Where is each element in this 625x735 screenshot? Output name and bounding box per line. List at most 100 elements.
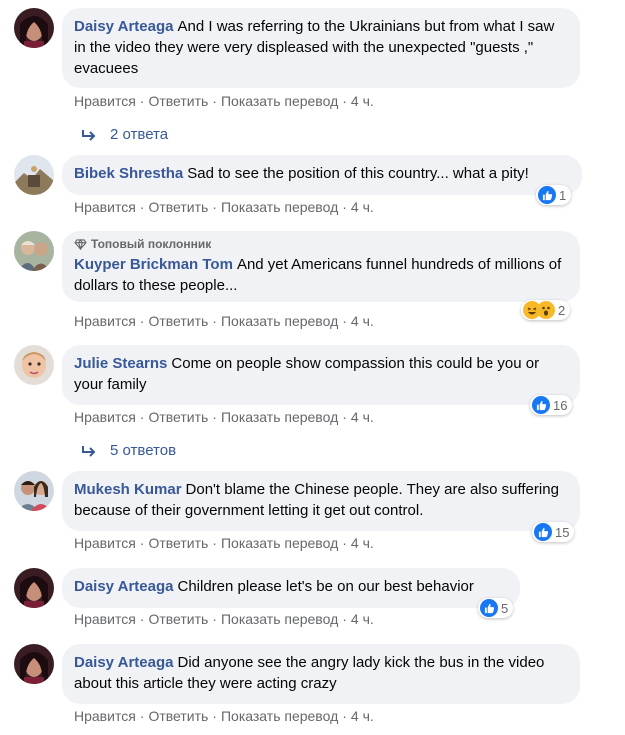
comment-actions: Нравится · Ответить · Показать перевод · 4 ч. [74,408,374,426]
like-reaction-icon [480,599,498,617]
reaction-count: 15 [555,524,570,540]
avatar[interactable] [14,8,54,48]
like-link[interactable]: Нравится [74,708,136,724]
avatar[interactable] [14,155,54,195]
reply-link[interactable]: Ответить [148,409,208,425]
comment-author[interactable]: Julie Stearns [74,355,167,372]
separator: · [139,93,145,109]
reply-link[interactable]: Ответить [148,93,208,109]
comment-text: Sad to see the position of this country.… [187,165,529,182]
reaction-summary[interactable]: 16 [530,395,573,415]
comment-bubble: Julie Stearns Come on people show compass… [62,345,580,405]
comment-bubble: Daisy Arteaga Did anyone see the angry la… [62,644,580,704]
separator: · [212,313,217,329]
separator: · [212,708,217,724]
separator: · [212,93,217,109]
translate-link[interactable]: Показать перевод [221,93,338,109]
view-replies-link[interactable]: 2 ответа [82,125,168,145]
separator: · [139,409,145,425]
separator: · [342,93,347,109]
like-reaction-icon [538,186,556,204]
reaction-summary[interactable]: 5 [478,598,514,618]
comment-bubble: Daisy Arteaga Children please let's be on… [62,568,520,608]
like-link[interactable]: Нравится [74,611,136,627]
comment-author[interactable]: Kuyper Brickman Tom [74,256,233,273]
separator: · [139,199,145,215]
top-fan-badge: Топовый поклонник [74,236,568,252]
reaction-summary[interactable]: 15 [532,522,575,542]
separator: · [212,199,217,215]
timestamp-link[interactable]: 4 ч. [351,708,374,724]
like-link[interactable]: Нравится [74,93,136,109]
translate-link[interactable]: Показать перевод [221,708,338,724]
separator: · [212,611,217,627]
separator: · [212,535,217,551]
separator: · [342,313,347,329]
avatar[interactable] [14,345,54,385]
comment-author[interactable]: Bibek Shrestha [74,165,183,182]
avatar[interactable] [14,471,54,511]
avatar[interactable] [14,644,54,684]
reply-link[interactable]: Ответить [148,199,208,215]
like-link[interactable]: Нравится [74,409,136,425]
timestamp-link[interactable]: 4 ч. [351,535,374,551]
separator: · [139,611,145,627]
timestamp-link[interactable]: 4 ч. [351,611,374,627]
separator: · [212,409,217,425]
avatar[interactable] [14,568,54,608]
translate-link[interactable]: Показать перевод [221,611,338,627]
comment-author[interactable]: Mukesh Kumar [74,481,182,498]
view-replies-link[interactable]: 5 ответов [82,441,176,461]
comment-actions: Нравится · Ответить · Показать перевод · 4 ч. [74,198,374,216]
comment-bubble: Mukesh Kumar Don't blame the Chinese peop… [62,471,580,531]
reaction-count: 1 [559,187,567,203]
reaction-count: 16 [553,397,568,413]
timestamp-link[interactable]: 4 ч. [351,199,374,215]
separator: · [139,535,145,551]
comment-actions: Нравится · Ответить · Показать перевод · 4 ч. [74,707,374,725]
diamond-icon [74,238,87,250]
separator: · [342,708,347,724]
separator: · [342,409,347,425]
comment-text: Children please let's be on our best beh… [177,578,474,595]
reply-arrow-icon [82,446,96,457]
separator: · [342,611,347,627]
like-link[interactable]: Нравится [74,313,136,329]
separator: · [342,199,347,215]
reply-arrow-icon [82,130,96,141]
comment-actions: Нравится · Ответить · Показать перевод · 4 ч. [74,534,374,552]
replies-count: 2 ответа [110,126,169,143]
like-link[interactable]: Нравится [74,535,136,551]
comment-bubble: Топовый поклонник Kuyper Brickman Tom And… [62,231,580,302]
timestamp-link[interactable]: 4 ч. [351,93,374,109]
separator: · [139,708,145,724]
reply-link[interactable]: Ответить [148,535,208,551]
reaction-summary[interactable]: 1 [536,185,572,205]
avatar[interactable] [14,231,54,271]
translate-link[interactable]: Показать перевод [221,313,338,329]
reply-link[interactable]: Ответить [148,708,208,724]
comments-feed: Daisy Arteaga And I was referring to the … [0,0,625,735]
translate-link[interactable]: Показать перевод [221,535,338,551]
comment-author[interactable]: Daisy Arteaga [74,578,174,595]
comment-actions: Нравится · Ответить · Показать перевод · 4 ч. [74,610,374,628]
reaction-summary[interactable]: 2 [521,300,571,320]
reply-link[interactable]: Ответить [148,313,208,329]
timestamp-link[interactable]: 4 ч. [351,313,374,329]
replies-count: 5 ответов [110,442,177,459]
translate-link[interactable]: Показать перевод [221,409,338,425]
reaction-count: 2 [558,302,566,318]
comment-author[interactable]: Daisy Arteaga [74,654,174,671]
comment-actions: Нравится · Ответить · Показать перевод · 4 ч. [74,312,374,330]
like-reaction-icon [532,396,550,414]
like-link[interactable]: Нравится [74,199,136,215]
separator: · [139,313,145,329]
comment-actions: Нравится · Ответить · Показать перевод · 4 ч. [74,92,374,110]
reply-link[interactable]: Ответить [148,611,208,627]
separator: · [342,535,347,551]
comment-author[interactable]: Daisy Arteaga [74,18,174,35]
translate-link[interactable]: Показать перевод [221,199,338,215]
like-reaction-icon [534,523,552,541]
timestamp-link[interactable]: 4 ч. [351,409,374,425]
top-fan-label: Топовый поклонник [91,237,212,251]
